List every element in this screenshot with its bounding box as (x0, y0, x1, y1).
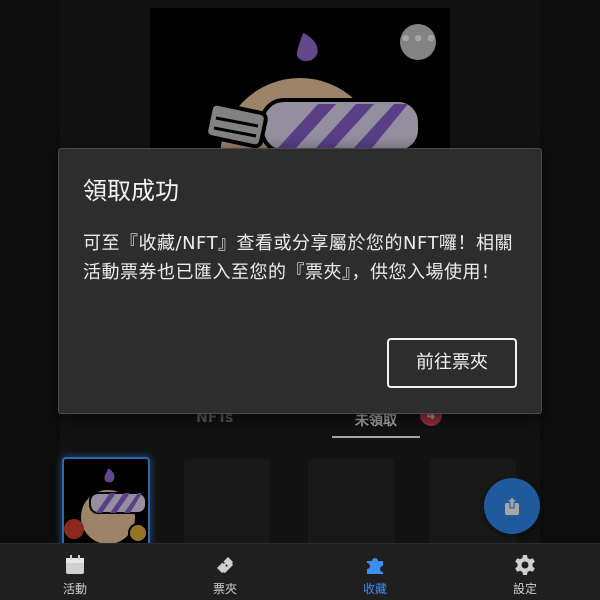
nav-item-tickets[interactable]: 票夾 (165, 544, 285, 600)
nav-item-collection[interactable]: 收藏 (315, 544, 435, 600)
nav-label: 收藏 (362, 582, 387, 596)
calendar-icon (66, 555, 84, 574)
bottom-navigation: 活動 票夾 收藏 設定 (0, 543, 600, 600)
puzzle-icon (367, 558, 383, 574)
gear-icon (515, 555, 535, 575)
dialog-title: 領取成功 (83, 177, 179, 205)
ticket-icon (217, 557, 233, 573)
go-to-ticket-wallet-button[interactable]: 前往票夾 (387, 338, 517, 388)
app-screen: ••• NFTs 未領取 4 領取成功 可至『收藏/NFT』查看或分享屬於您的N… (0, 0, 600, 600)
nav-item-events[interactable]: 活動 (15, 544, 135, 600)
dialog-message: 可至『收藏/NFT』查看或分享屬於您的NFT囉！相關活動票券也已匯入至您的『票夾… (83, 233, 514, 283)
nav-label: 設定 (512, 582, 537, 596)
nav-item-settings[interactable]: 設定 (465, 544, 585, 600)
nav-label: 票夾 (212, 582, 237, 596)
claim-success-dialog: 領取成功 可至『收藏/NFT』查看或分享屬於您的NFT囉！相關活動票券也已匯入至… (58, 148, 542, 414)
nav-label: 活動 (62, 582, 87, 596)
